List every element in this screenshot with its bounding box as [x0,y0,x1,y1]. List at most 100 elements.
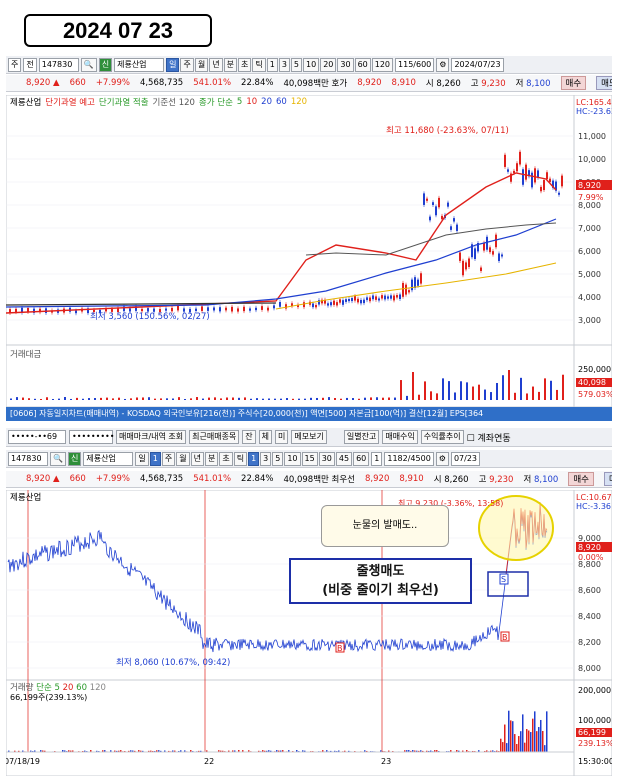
daily-candle [504,154,506,167]
settings-icon[interactable]: ⚙ [436,57,450,72]
search-icon[interactable]: 🔍 [80,57,97,72]
daily-vol-bar [202,398,204,400]
window-title-bar: [0606] 자동일지차트(매매내역) - KOSDAQ 외국인보유[216(천… [6,407,612,421]
account-input[interactable]: •••••-••69 [8,430,66,444]
trade-history-button[interactable]: 매매마크/내역 조회 [116,430,187,444]
market-select[interactable]: 주 [8,57,22,72]
daily-candle [237,308,239,312]
filled-button[interactable]: 체 [258,430,273,444]
daily-period-btn-3[interactable]: 년 [209,57,223,72]
daily-period-btn-9[interactable]: 5 [290,57,302,72]
minute-vol-bar [520,731,522,752]
daily-vol-bar [484,389,486,400]
high-price: 고 9,230 [470,79,506,89]
daily-period-btn-4[interactable]: 분 [223,57,237,72]
minute-period-btn-9[interactable]: 3 [260,451,272,466]
password-input[interactable]: ••••••••• [69,430,114,444]
buy-button[interactable]: 매수 [560,76,587,90]
type-select[interactable]: 전 [23,57,37,72]
minute-period-btn-2[interactable]: 주 [161,451,176,466]
minute-period-btn-8[interactable]: 1 [248,451,260,466]
daily-candle [411,279,413,291]
high-annotation: 최고 11,680 (-23.63%, 07/11) [386,125,509,136]
daily-candle [375,296,377,300]
daily-candle [498,253,500,262]
minute-ytick: 8,400 [578,612,601,621]
minute-period-btn-13[interactable]: 30 [318,451,335,466]
daily-candle [345,299,347,302]
daily-vol-bar [52,398,54,400]
account-link-checkbox[interactable]: ☐ 계좌연동 [467,431,511,444]
daily-vol-bar [232,397,234,400]
minute-period-btn-14[interactable]: 45 [335,451,353,466]
daily-period-btn-2[interactable]: 월 [194,57,209,72]
minute-open-price: 시 8,260 [433,475,469,485]
daily-candle [243,306,245,312]
minute-period-btn-7[interactable]: 틱 [233,451,248,466]
daily-candle [336,302,338,306]
daily-period-btn-1[interactable]: 주 [180,57,194,72]
daily-candle [15,308,17,313]
ma10-line [6,172,557,314]
daily-period-btn-0[interactable]: 일 [166,57,180,72]
trade-amount: 40,098백만 호가 [283,79,348,89]
daily-period-btn-10[interactable]: 10 [303,57,320,72]
daily-vol-bar [16,397,18,400]
minute-turnover: 22.84% [241,474,274,484]
daily-candle [141,308,143,312]
daily-period-btn-12[interactable]: 30 [337,57,354,72]
minute-period-btn-11[interactable]: 10 [284,451,301,466]
daily-candle [348,298,350,302]
daily-vol-bar [136,397,138,400]
daily-period-btn-6[interactable]: 틱 [252,57,266,72]
daily-balance-button[interactable]: 일별잔고 [343,430,380,444]
minute-search-icon[interactable]: 🔍 [50,451,66,466]
minute-period-btn-3[interactable]: 월 [176,451,190,466]
minute-period-btn-0[interactable]: 일 [135,451,149,466]
minute-sell-button[interactable]: 매도 [603,472,612,486]
minute-volume: 4,568,735 [139,474,184,484]
daily-candle [549,178,551,182]
daily-period-btn-7[interactable]: 1 [266,57,278,72]
minute-buy-button[interactable]: 매수 [568,472,594,486]
minute-period-btn-1[interactable]: 1 [149,451,161,466]
minute-period-btn-5[interactable]: 분 [204,451,219,466]
range-display[interactable]: 115/600 [395,57,435,72]
daily-candle [486,236,488,250]
minute-date-input[interactable]: 07/23 [450,451,481,466]
daily-period-btn-5[interactable]: 초 [237,57,252,72]
trade-profit-button[interactable]: 매매수익 [382,430,418,444]
sell-button[interactable]: 매도 [596,76,612,90]
minute-period-btn-15[interactable]: 60 [353,451,370,466]
daily-period-btn-13[interactable]: 60 [354,57,371,72]
stock-code-input[interactable]: 147830 [38,57,79,72]
memo-button[interactable]: 메모보기 [291,430,327,444]
minute-period-btn-4[interactable]: 년 [190,451,204,466]
minute-stock-code[interactable]: 147830 [8,451,48,466]
daily-vol-bar [88,398,90,400]
daily-vol-bar [478,384,480,400]
minute-range[interactable]: 1182/4500 [384,451,434,466]
daily-vol-bar [454,392,456,400]
minute-period-btn-6[interactable]: 초 [219,451,233,466]
current-price: 8,920 ▲ [26,78,60,88]
daily-vol-bar [328,397,330,400]
daily-candle [378,298,380,301]
minute-period-btn-10[interactable]: 5 [272,451,284,466]
recent-trades-button[interactable]: 최근매매종목 [189,430,240,444]
x-label-2: 22 [204,757,214,766]
unfilled-button[interactable]: 미 [275,430,289,444]
daily-vol-bar [184,398,186,400]
daily-vol-bar [10,398,12,400]
daily-period-btn-11[interactable]: 20 [320,57,337,72]
minute-settings-icon[interactable]: ⚙ [435,451,449,466]
date-input[interactable]: 2024/07/23 [451,57,504,72]
daily-vol-bar [100,397,102,400]
minute-count[interactable]: 1 [371,451,383,466]
profit-trend-button[interactable]: 수익률추이 [420,430,464,444]
daily-candle [363,299,365,304]
balance-button[interactable]: 잔 [242,430,256,444]
daily-period-btn-14[interactable]: 120 [371,57,394,72]
minute-period-btn-12[interactable]: 15 [301,451,318,466]
daily-period-btn-8[interactable]: 3 [278,57,290,72]
